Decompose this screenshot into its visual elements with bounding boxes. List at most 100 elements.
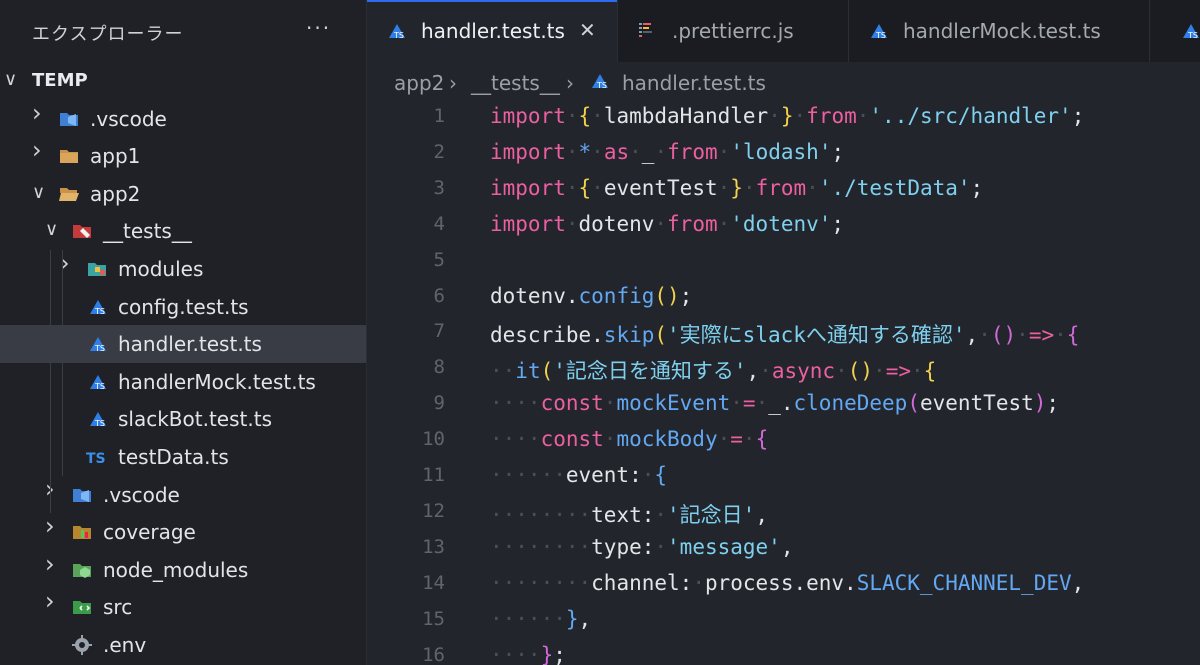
code-token: · bbox=[654, 534, 668, 559]
more-actions-icon[interactable]: ··· bbox=[306, 16, 331, 40]
tree-item[interactable]: TS slackBot.test.ts bbox=[0, 400, 366, 438]
chevron-right-icon[interactable]: › bbox=[45, 514, 61, 538]
code-token: · bbox=[835, 359, 848, 384]
tree-item-label: app2 bbox=[90, 181, 141, 206]
code-line[interactable]: ····const·mockEvent·=·_.cloneDeep(eventT… bbox=[490, 391, 1059, 415]
code-line[interactable]: import·{·eventTest·}·from·'./testData'; bbox=[490, 176, 983, 200]
tree-item[interactable]: › app1 bbox=[0, 137, 366, 175]
tree-item[interactable]: TS handler.test.ts bbox=[0, 325, 366, 363]
breadcrumb-item[interactable]: handler.test.ts bbox=[622, 71, 766, 95]
code-token: process.env. bbox=[704, 570, 857, 595]
code-token: · bbox=[717, 211, 731, 236]
tree-item[interactable]: TS testData.ts bbox=[0, 438, 366, 476]
code-token: } bbox=[730, 175, 743, 200]
code-token: async bbox=[771, 359, 836, 384]
code-token: as bbox=[603, 139, 630, 164]
code-token: · bbox=[759, 359, 772, 384]
line-number: 3 bbox=[433, 176, 445, 199]
tab-handlermock-test-ts[interactable]: TS handlerMock.test.ts bbox=[849, 0, 1150, 62]
vscode-window: エクスプローラー ··· ∨ TEMP › .vscode › app1 ∨ app2 ∨ __t… bbox=[0, 0, 1200, 665]
code-line[interactable]: ······}, bbox=[490, 607, 591, 631]
code-line[interactable]: import·{·lambdaHandler·}·from·'../src/ha… bbox=[490, 104, 1084, 128]
code-token: · bbox=[910, 359, 924, 384]
breadcrumb-item[interactable]: __tests__ bbox=[471, 71, 560, 95]
tree-item[interactable]: ∨ __tests__ bbox=[0, 212, 366, 250]
code-line[interactable]: import·dotenv·from·'dotenv'; bbox=[490, 212, 844, 236]
chevron-down-icon[interactable]: ∨ bbox=[4, 71, 20, 89]
close-icon[interactable]: ✕ bbox=[579, 18, 596, 42]
tab-handler-test-ts[interactable]: TS handler.test.ts ✕ bbox=[367, 0, 618, 62]
code-token: () bbox=[990, 323, 1017, 348]
chevron-down-icon[interactable]: ∨ bbox=[32, 183, 48, 202]
chevron-right-icon[interactable]: › bbox=[45, 552, 61, 576]
tree-item[interactable]: › src bbox=[0, 588, 366, 626]
src-folder-icon bbox=[71, 596, 93, 618]
svg-text:TS: TS bbox=[94, 307, 105, 316]
code-line[interactable]: ········channel:·process.env.SLACK_CHANN… bbox=[490, 571, 1084, 595]
chevron-right-icon[interactable]: › bbox=[45, 477, 61, 501]
code-line[interactable]: describe.skip('実際にslackへ通知する確認',·()·=>·{ bbox=[490, 319, 1079, 349]
code-token: ; bbox=[831, 139, 845, 164]
code-token: , bbox=[1071, 570, 1085, 595]
code-line[interactable]: import·*·as·_·from·'lodash'; bbox=[490, 140, 844, 164]
tree-item[interactable]: › .vscode bbox=[0, 100, 366, 138]
code-token: · bbox=[565, 175, 579, 200]
explorer-header: エクスプローラー ··· bbox=[0, 0, 366, 62]
code-token: config bbox=[578, 283, 655, 308]
code-line[interactable]: ······event:·{ bbox=[490, 463, 667, 487]
code-line[interactable]: ········type:·'message', bbox=[490, 535, 793, 559]
code-token: 'message' bbox=[667, 534, 781, 559]
tree-item[interactable]: ∨ app2 bbox=[0, 175, 366, 213]
test-ts-icon[interactable]: TS bbox=[1179, 20, 1200, 44]
code-editor[interactable]: 1 import·{·lambdaHandler·}·from·'../src/h… bbox=[367, 100, 1200, 665]
code-token: ; bbox=[553, 642, 566, 665]
tree-item[interactable]: TS config.test.ts bbox=[0, 288, 366, 326]
code-token: from bbox=[667, 211, 718, 236]
tree-item[interactable]: › .vscode bbox=[0, 476, 366, 514]
prettier-icon bbox=[636, 20, 660, 44]
indent-guide bbox=[50, 250, 51, 514]
chevron-right-icon[interactable]: › bbox=[45, 589, 61, 613]
code-token: ···· bbox=[490, 427, 541, 452]
code-token: ······ bbox=[490, 463, 566, 487]
code-line[interactable]: ··it('記念日を通知する',·async·()·=>·{ bbox=[490, 355, 936, 385]
code-token: ; bbox=[1046, 391, 1060, 416]
code-token: · bbox=[806, 175, 819, 200]
tree-item[interactable]: TS handlerMock.test.ts bbox=[0, 363, 366, 401]
code-token: skip bbox=[603, 323, 655, 348]
code-token: · bbox=[591, 104, 604, 128]
code-token: { bbox=[1066, 323, 1080, 348]
tab-label: handler.test.ts bbox=[421, 19, 565, 43]
tree-item-label: .vscode bbox=[103, 482, 180, 507]
code-token: 'lodash' bbox=[730, 139, 832, 164]
code-token: _ bbox=[641, 139, 655, 164]
test-ts-icon: TS bbox=[385, 20, 409, 44]
chevron-right-icon[interactable]: › bbox=[32, 138, 48, 162]
code-token: · bbox=[603, 427, 617, 452]
tree-item[interactable]: › node_modules bbox=[0, 551, 366, 589]
tree-item[interactable]: .env bbox=[0, 626, 366, 664]
code-token: · bbox=[1054, 323, 1067, 348]
chevron-down-icon[interactable]: ∨ bbox=[45, 221, 61, 239]
modules-folder-icon bbox=[86, 258, 108, 280]
code-line[interactable]: ····const·mockBody·=·{ bbox=[490, 427, 768, 451]
code-line[interactable]: ········text:·'記念日', bbox=[490, 499, 768, 529]
tree-item-label: TEMP bbox=[32, 70, 88, 91]
code-token: { bbox=[923, 359, 937, 384]
tree-item[interactable]: ∨ TEMP bbox=[0, 62, 366, 100]
code-token: · bbox=[565, 104, 579, 128]
line-number: 12 bbox=[422, 499, 445, 522]
code-line[interactable]: ····}; bbox=[490, 643, 566, 665]
code-line[interactable]: dotenv.config(); bbox=[490, 284, 692, 308]
tree-item-label: .vscode bbox=[90, 106, 167, 131]
code-token: · bbox=[641, 463, 655, 487]
code-token: · bbox=[692, 570, 705, 595]
tree-item[interactable]: › modules bbox=[0, 250, 366, 288]
breadcrumb-item[interactable]: app2 bbox=[394, 71, 444, 95]
tab--prettierrc-js[interactable]: .prettierrc.js bbox=[618, 0, 849, 62]
code-token: eventTest bbox=[603, 175, 718, 200]
line-number: 10 bbox=[422, 428, 445, 451]
tree-item[interactable]: › coverage bbox=[0, 513, 366, 551]
ts-icon: TS bbox=[86, 446, 108, 468]
chevron-right-icon[interactable]: › bbox=[32, 101, 48, 125]
